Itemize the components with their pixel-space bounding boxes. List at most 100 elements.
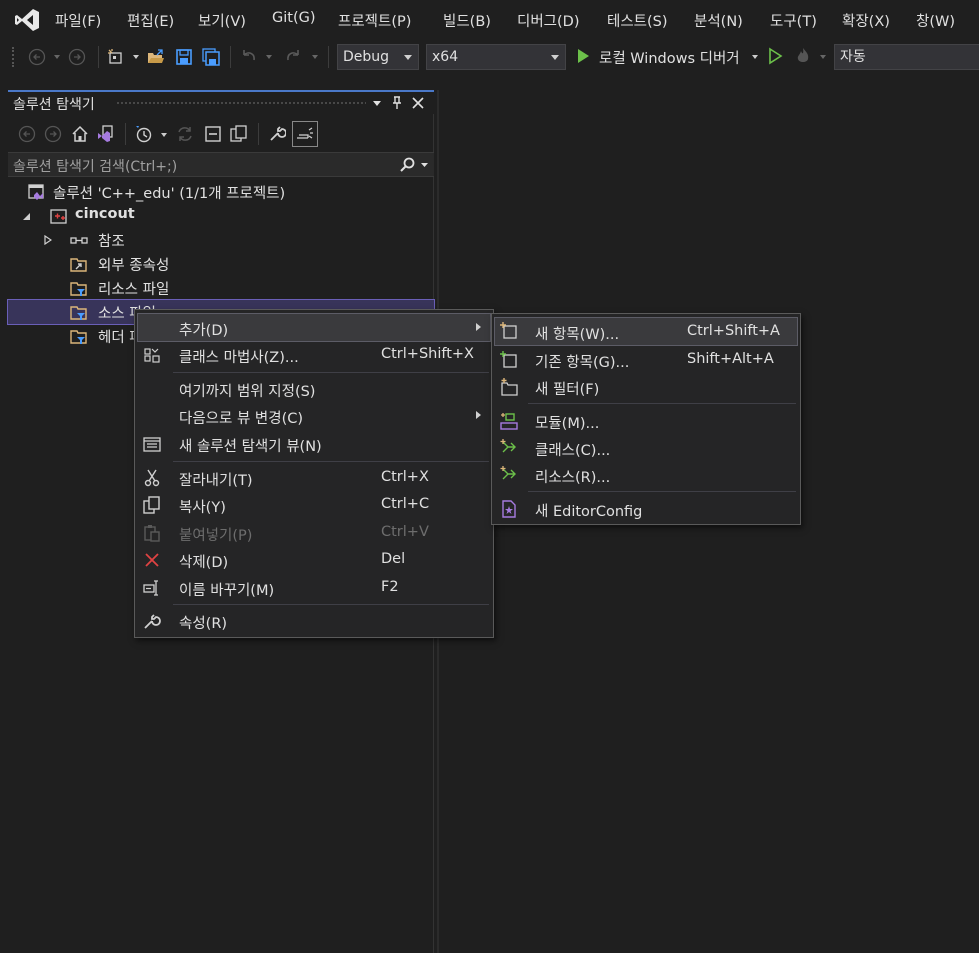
- menu-extensions[interactable]: 확장(X): [842, 10, 890, 31]
- menu-view[interactable]: 보기(V): [198, 10, 246, 31]
- menu-separator: [173, 372, 489, 373]
- menu-item-change-view-to[interactable]: 다음으로 뷰 변경(C): [135, 402, 493, 429]
- properties-wrench-icon[interactable]: [268, 125, 286, 143]
- configuration-value: Debug: [343, 49, 390, 65]
- tree-item-references[interactable]: 참조: [8, 228, 434, 252]
- menu-edit[interactable]: 편집(E): [127, 10, 174, 31]
- submenu-item-new-filter[interactable]: 새 필터(F): [492, 373, 800, 400]
- menu-tools[interactable]: 도구(T): [770, 10, 817, 31]
- menu-item-change-view-label: 다음으로 뷰 변경(C): [179, 411, 304, 427]
- submenu-item-new-editorconfig-label: 새 EditorConfig: [535, 504, 643, 520]
- menu-item-paste[interactable]: 붙여넣기(P) Ctrl+V: [135, 519, 493, 546]
- hot-reload-icon[interactable]: [794, 47, 812, 65]
- menu-item-add[interactable]: 추가(D): [137, 313, 491, 342]
- start-debugging-icon[interactable]: [574, 47, 592, 65]
- tree-item-project[interactable]: cincout: [8, 204, 434, 228]
- search-icon[interactable]: [399, 157, 415, 173]
- menu-separator: [528, 491, 796, 492]
- redo-dropdown-icon[interactable]: [310, 52, 320, 62]
- back-icon[interactable]: [28, 48, 46, 66]
- menu-item-delete[interactable]: 삭제(D) Del: [135, 546, 493, 573]
- menu-bar: 파일(F) 편집(E) 보기(V) Git(G) 프로젝트(P) 빌드(B) 디…: [0, 0, 979, 40]
- search-options-dropdown-icon[interactable]: [420, 161, 429, 169]
- menu-debug[interactable]: 디버그(D): [517, 10, 580, 31]
- collapsed-triangle-icon[interactable]: [44, 235, 52, 245]
- menu-build[interactable]: 빌드(B): [443, 10, 491, 31]
- solution-explorer-search-box[interactable]: 솔루션 탐색기 검색(Ctrl+;): [8, 152, 434, 177]
- menu-window[interactable]: 창(W): [916, 10, 955, 31]
- new-project-icon[interactable]: [107, 48, 125, 66]
- submenu-item-resource[interactable]: 리소스(R)...: [492, 461, 800, 488]
- new-dropdown-icon[interactable]: [131, 52, 141, 62]
- run-target-label[interactable]: 로컬 Windows 디버거: [599, 47, 740, 68]
- preview-selected-items-button[interactable]: [292, 121, 318, 147]
- submenu-item-existing-item-label: 기존 항목(G)...: [535, 355, 630, 371]
- auto-field[interactable]: 자동: [834, 44, 979, 70]
- menu-item-delete-label: 삭제(D): [179, 555, 229, 571]
- tree-item-resource-files[interactable]: 리소스 파일: [8, 276, 434, 300]
- home-icon[interactable]: [71, 125, 89, 143]
- pin-icon[interactable]: [391, 96, 403, 110]
- editorconfig-icon: [502, 500, 516, 518]
- context-menu: 추가(D) 클래스 마법사(Z)... Ctrl+Shift+X 여기까지 범위…: [134, 309, 494, 638]
- save-all-icon[interactable]: [202, 48, 220, 66]
- redo-icon[interactable]: [284, 48, 302, 66]
- show-all-files-icon[interactable]: [230, 125, 248, 143]
- search-placeholder: 솔루션 탐색기 검색(Ctrl+;): [13, 159, 178, 175]
- solution-configuration-select[interactable]: Debug: [337, 44, 419, 70]
- menu-project[interactable]: 프로젝트(P): [338, 10, 411, 31]
- sync-icon[interactable]: [176, 125, 194, 143]
- title-grip[interactable]: [116, 101, 366, 105]
- submenu-arrow-icon: [476, 411, 481, 419]
- tree-item-solution[interactable]: 솔루션 'C++_edu' (1/1개 프로젝트): [8, 180, 434, 204]
- menu-git[interactable]: Git(G): [272, 10, 316, 26]
- forward-icon[interactable]: [68, 48, 86, 66]
- delete-x-icon: [145, 553, 159, 567]
- submenu-arrow-icon: [476, 323, 481, 331]
- back-dropdown-icon[interactable]: [52, 52, 62, 62]
- menu-item-class-wizard[interactable]: 클래스 마법사(Z)... Ctrl+Shift+X: [135, 341, 493, 368]
- submenu-item-existing-item[interactable]: 기존 항목(G)... Shift+Alt+A: [492, 346, 800, 373]
- back-icon[interactable]: [18, 125, 36, 143]
- window-position-dropdown-icon[interactable]: [372, 98, 382, 108]
- new-filter-folder-icon: [501, 378, 518, 396]
- menu-item-scope-to-this[interactable]: 여기까지 범위 지정(S): [135, 375, 493, 402]
- submenu-item-class[interactable]: 클래스(C)...: [492, 434, 800, 461]
- submenu-item-new-item[interactable]: 새 항목(W)... Ctrl+Shift+A: [494, 317, 798, 346]
- resource-files-label: 리소스 파일: [98, 282, 170, 298]
- submenu-item-new-filter-label: 새 필터(F): [535, 382, 600, 398]
- menu-item-new-solution-explorer-view[interactable]: 새 솔루션 탐색기 뷰(N): [135, 430, 493, 457]
- undo-icon[interactable]: [240, 48, 258, 66]
- paste-icon: [144, 525, 160, 542]
- menu-file[interactable]: 파일(F): [55, 10, 101, 31]
- menu-analyze[interactable]: 분석(N): [694, 10, 743, 31]
- module-icon: [500, 413, 518, 430]
- tree-item-external-dependencies[interactable]: 외부 종속성: [8, 252, 434, 276]
- switch-views-icon[interactable]: [96, 125, 114, 143]
- hot-reload-dropdown-icon[interactable]: [818, 52, 828, 62]
- start-without-debugging-icon[interactable]: [766, 47, 784, 65]
- expanded-triangle-icon[interactable]: [22, 212, 31, 221]
- toolbar-grip[interactable]: [12, 47, 17, 67]
- pending-changes-filter-icon[interactable]: [135, 125, 153, 143]
- submenu-item-new-editorconfig[interactable]: 새 EditorConfig: [492, 495, 800, 522]
- menu-item-properties[interactable]: 속성(R): [135, 607, 493, 634]
- close-icon[interactable]: [412, 97, 424, 109]
- forward-icon[interactable]: [44, 125, 62, 143]
- run-target-dropdown-icon[interactable]: [750, 52, 760, 62]
- menu-item-rename[interactable]: 이름 바꾸기(M) F2: [135, 574, 493, 601]
- undo-dropdown-icon[interactable]: [264, 52, 274, 62]
- collapse-all-icon[interactable]: [204, 125, 222, 143]
- filter-dropdown-icon[interactable]: [159, 130, 169, 140]
- menu-item-copy[interactable]: 복사(Y) Ctrl+C: [135, 491, 493, 518]
- toolbar-separator: [258, 123, 259, 145]
- menu-test[interactable]: 테스트(S): [607, 10, 668, 31]
- solution-platform-select[interactable]: x64: [426, 44, 566, 70]
- external-dependencies-label: 외부 종속성: [98, 258, 170, 274]
- menu-item-cut[interactable]: 잘라내기(T) Ctrl+X: [135, 464, 493, 491]
- submenu-item-module[interactable]: 모듈(M)...: [492, 407, 800, 434]
- save-icon[interactable]: [175, 48, 193, 66]
- filter-folder-icon: [70, 282, 87, 296]
- open-file-icon[interactable]: [147, 48, 165, 66]
- wrench-icon: [144, 614, 161, 629]
